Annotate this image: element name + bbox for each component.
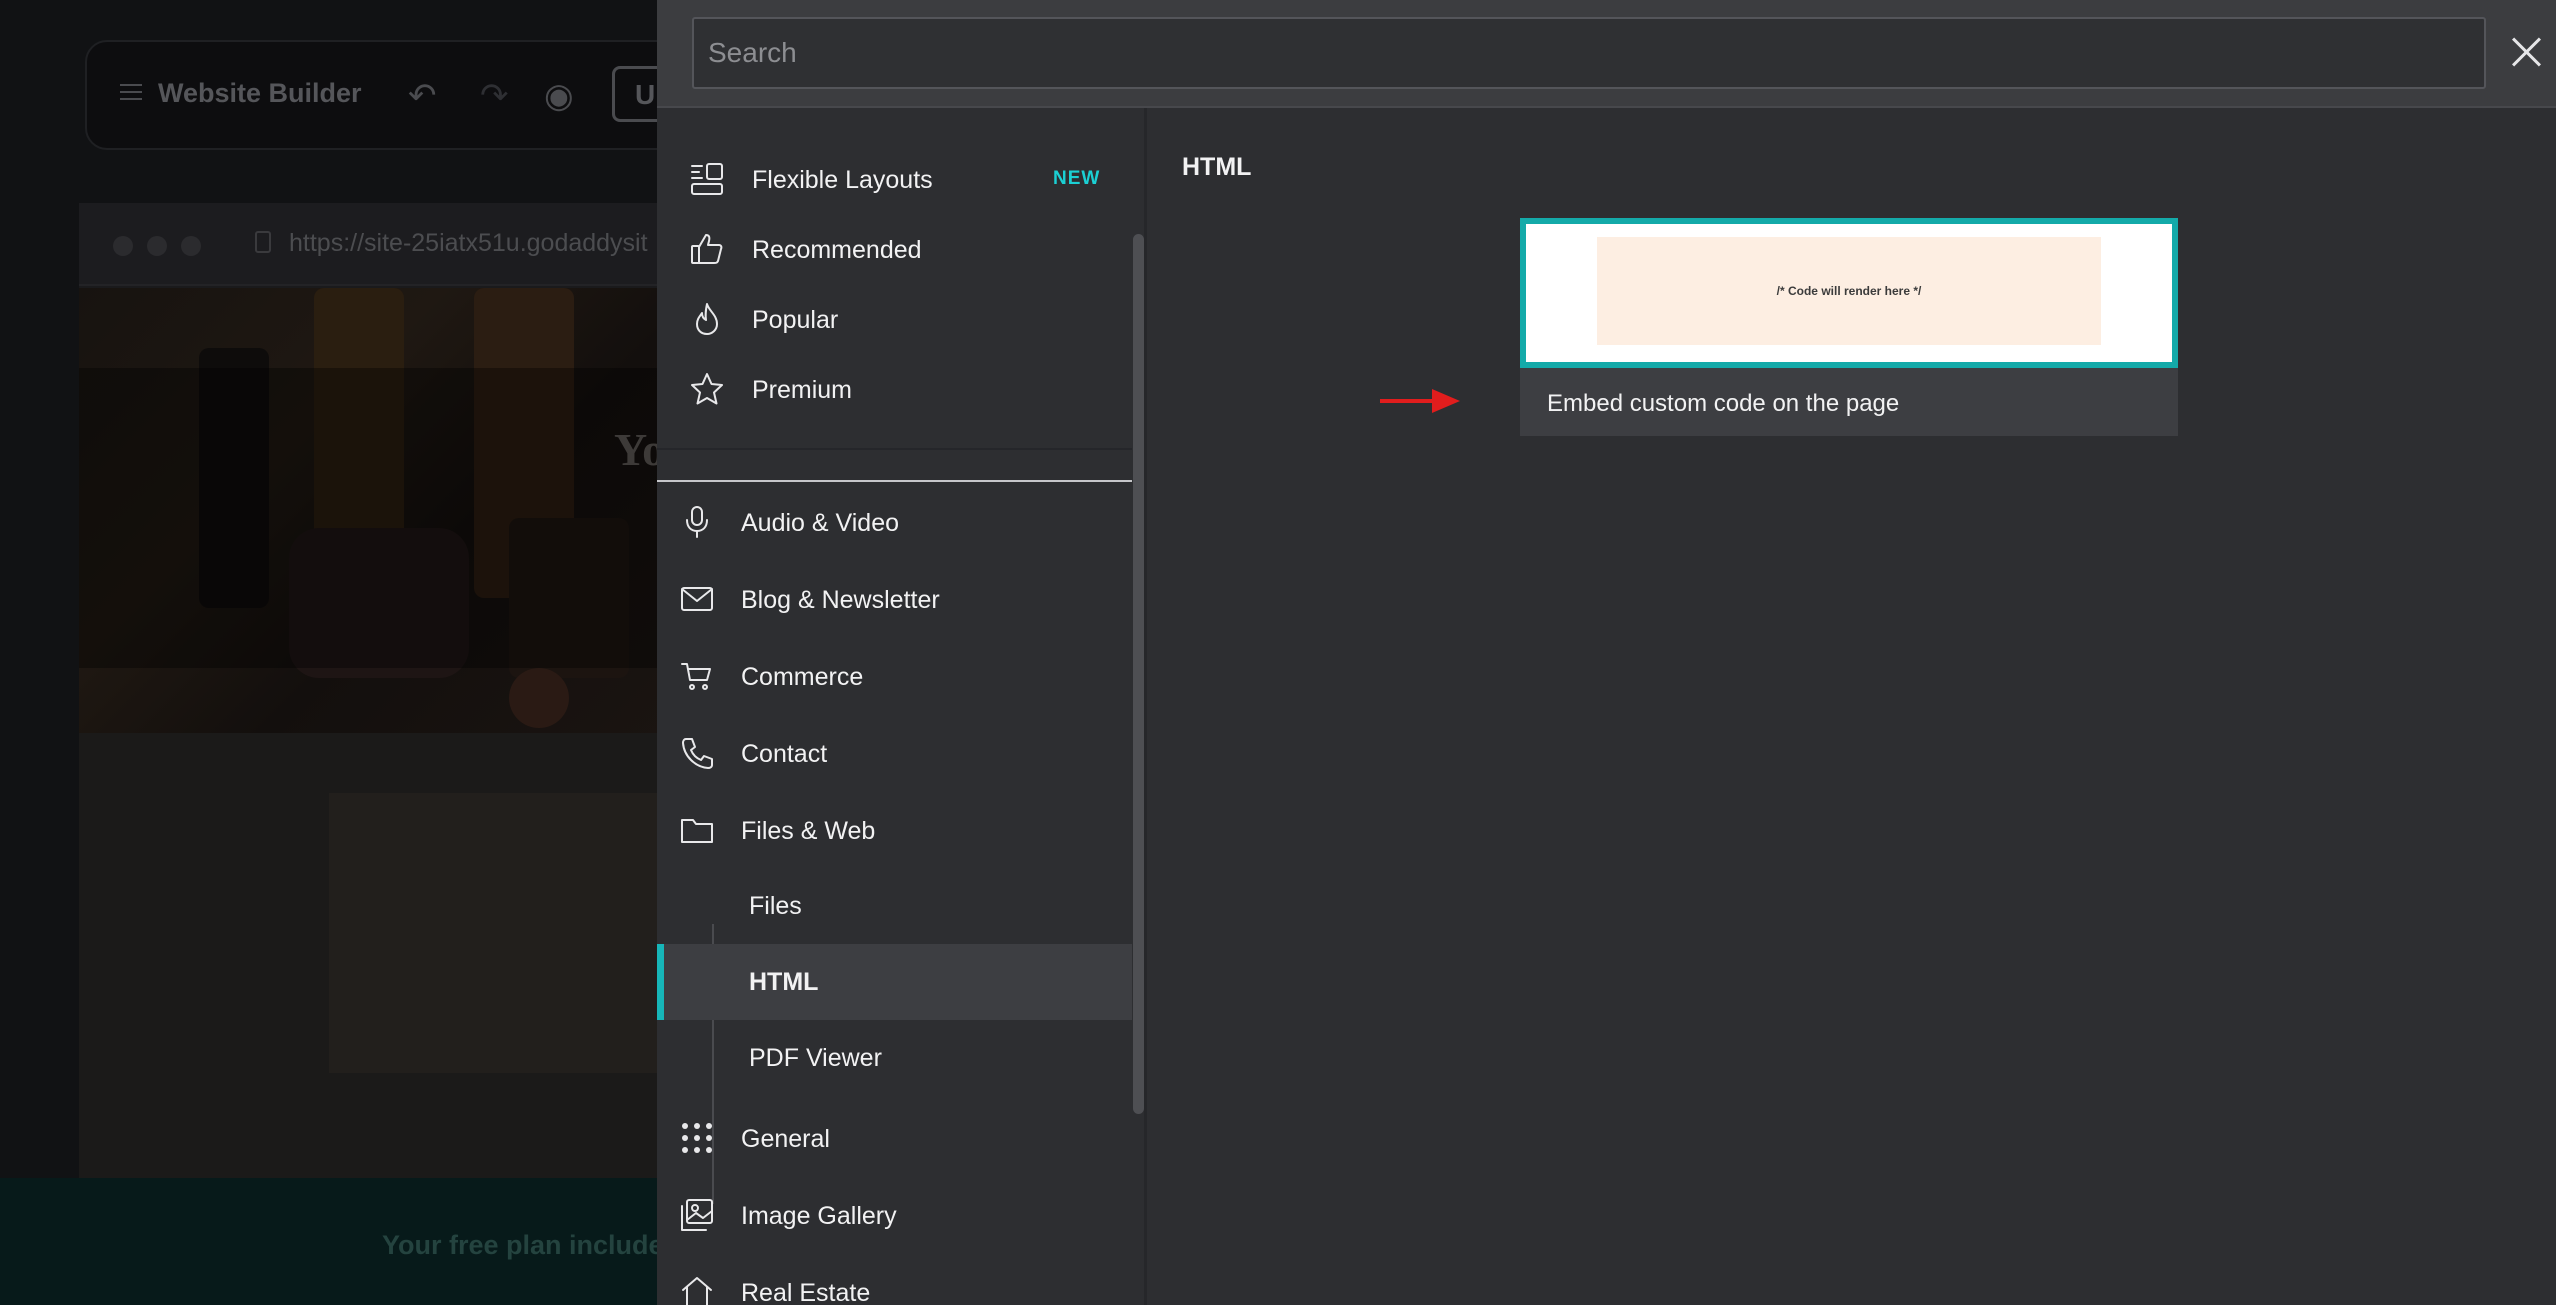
plan-banner: Your free plan include xyxy=(0,1178,657,1305)
scrollbar-thumb[interactable] xyxy=(1133,234,1144,1114)
folder-icon xyxy=(679,812,715,848)
category-list: Flexible Layouts NEW Recommended Popular… xyxy=(657,108,1147,1305)
category-popular[interactable]: Popular xyxy=(657,284,1132,354)
section-content: HTML /* Code will render here */ Embed c… xyxy=(1147,108,2556,1305)
widget-caption: Embed custom code on the page xyxy=(1520,368,2178,436)
category-label: Premium xyxy=(752,376,853,404)
subcategory-html[interactable]: HTML xyxy=(657,944,1132,1020)
site-preview-window: https://site-25iatx51u.godaddysit Yo xyxy=(79,203,657,1178)
category-label: Flexible Layouts xyxy=(752,166,933,194)
category-label: Real Estate xyxy=(741,1279,871,1305)
divider xyxy=(657,480,1132,482)
category-label: Recommended xyxy=(752,236,922,264)
close-icon[interactable] xyxy=(2507,32,2547,72)
house-icon xyxy=(679,1274,715,1305)
category-premium[interactable]: Premium xyxy=(657,354,1132,424)
category-flexible-layouts[interactable]: Flexible Layouts NEW xyxy=(657,144,1132,214)
flame-icon xyxy=(689,301,725,337)
subcategory-pdf-viewer[interactable]: PDF Viewer xyxy=(657,1020,1132,1096)
hero-heading: Yo xyxy=(614,424,657,475)
category-commerce[interactable]: Commerce xyxy=(657,641,1132,711)
preview-eye-icon: ◉ xyxy=(544,77,574,115)
subcategory-label: PDF Viewer xyxy=(749,1044,882,1072)
category-label: Files & Web xyxy=(741,817,876,845)
divider xyxy=(657,448,1132,450)
category-recommended[interactable]: Recommended xyxy=(657,214,1132,284)
search-bar xyxy=(657,0,2556,108)
site-content-card xyxy=(329,793,657,1073)
thumbs-up-icon xyxy=(689,231,725,267)
category-image-gallery[interactable]: Image Gallery xyxy=(657,1180,1132,1250)
undo-icon: ↶ xyxy=(408,77,437,115)
category-label: Popular xyxy=(752,306,839,334)
phone-icon xyxy=(679,735,715,771)
site-url: https://site-25iatx51u.godaddysit xyxy=(289,229,648,257)
widget-preview-code: /* Code will render here */ xyxy=(1597,237,2101,345)
annotation-arrow-icon xyxy=(1380,389,1460,413)
section-title: HTML xyxy=(1182,153,1252,181)
site-hero-image: Yo xyxy=(79,288,657,733)
editor-title: Website Builder xyxy=(158,78,362,108)
category-audio-video[interactable]: Audio & Video xyxy=(657,487,1132,557)
subcategory-label: HTML xyxy=(749,968,819,996)
subcategory-label: Files xyxy=(749,892,802,920)
html-widget-card[interactable]: /* Code will render here */ Embed custom… xyxy=(1520,218,2178,436)
redo-icon: ↷ xyxy=(480,77,509,115)
flexible-layouts-icon xyxy=(689,161,725,197)
category-label: Contact xyxy=(741,740,828,768)
editor-background: Website Builder ↶ ↷ ◉ U https://site-25i… xyxy=(0,0,657,1305)
toolbar-button: U xyxy=(612,66,657,122)
microphone-icon xyxy=(679,504,715,540)
hamburger-menu-icon xyxy=(120,84,142,100)
category-label: General xyxy=(741,1125,830,1153)
category-contact[interactable]: Contact xyxy=(657,718,1132,788)
subcategory-files[interactable]: Files xyxy=(657,868,1132,944)
search-input[interactable] xyxy=(692,17,2486,89)
site-content-section xyxy=(79,733,657,1178)
category-general[interactable]: General xyxy=(657,1103,1132,1173)
selected-indicator xyxy=(657,944,664,1020)
browser-address-bar: https://site-25iatx51u.godaddysit xyxy=(79,203,657,286)
category-files-web[interactable]: Files & Web xyxy=(657,795,1132,865)
cart-icon xyxy=(679,658,715,694)
category-label: Audio & Video xyxy=(741,509,899,537)
category-label: Commerce xyxy=(741,663,864,691)
add-section-drawer: Flexible Layouts NEW Recommended Popular… xyxy=(657,0,2556,1305)
gallery-icon xyxy=(679,1197,715,1233)
envelope-icon xyxy=(679,581,715,617)
category-label: Blog & Newsletter xyxy=(741,586,940,614)
new-badge: NEW xyxy=(1053,168,1101,189)
category-label: Image Gallery xyxy=(741,1202,897,1230)
lock-icon xyxy=(255,231,271,253)
star-icon xyxy=(689,371,725,407)
widget-preview: /* Code will render here */ xyxy=(1520,218,2178,368)
plan-banner-text: Your free plan include xyxy=(382,1230,657,1260)
category-blog-newsletter[interactable]: Blog & Newsletter xyxy=(657,564,1132,634)
grid-icon xyxy=(679,1120,715,1156)
category-real-estate[interactable]: Real Estate xyxy=(657,1257,1132,1305)
